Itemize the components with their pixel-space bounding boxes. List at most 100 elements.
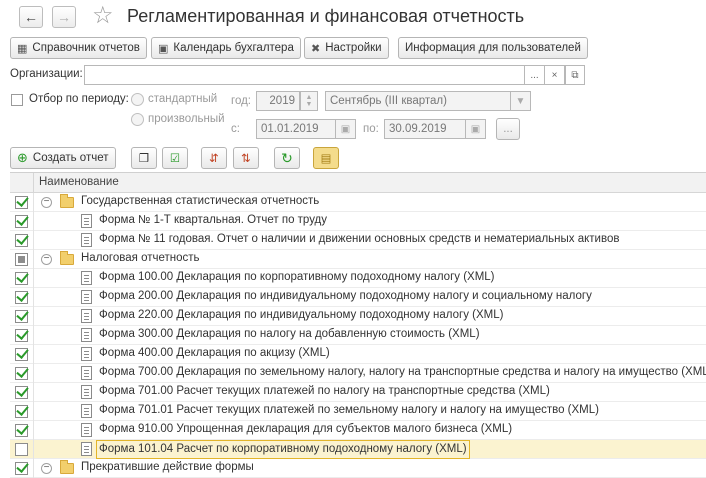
- check-cell: [10, 269, 34, 288]
- report-row[interactable]: Форма 100.00 Декларация по корпоративном…: [10, 269, 706, 288]
- plus-circle-icon: ⊕: [17, 150, 28, 165]
- org-open-button[interactable]: ⧉: [565, 65, 585, 85]
- reports-table: Наименование − Государственная статистиче…: [10, 172, 706, 478]
- forward-button[interactable]: →: [52, 6, 76, 28]
- copy-icon: ❐: [138, 153, 150, 165]
- row-checkbox[interactable]: [15, 329, 28, 342]
- document-icon: [81, 347, 92, 361]
- row-label: Форма 100.00 Декларация по корпоративном…: [99, 271, 495, 283]
- row-label: Форма 200.00 Декларация по индивидуально…: [99, 290, 592, 302]
- user-info-button[interactable]: Информация для пользователей: [398, 37, 588, 59]
- arrow-right-icon: →: [57, 9, 71, 25]
- year-input[interactable]: 2019: [256, 91, 300, 111]
- row-label: Форма 910.00 Упрощенная декларация для с…: [99, 423, 513, 435]
- reports-directory-button[interactable]: ▦ Справочник отчетов: [10, 37, 147, 59]
- report-row[interactable]: Форма 910.00 Упрощенная декларация для с…: [10, 421, 706, 440]
- table-body: − Государственная статистическая отчетнос…: [10, 193, 706, 478]
- year-label: год:: [231, 95, 251, 107]
- check-cell: [10, 364, 34, 383]
- report-row[interactable]: Форма 700.00 Декларация по земельному на…: [10, 364, 706, 383]
- check-cell: [10, 193, 34, 212]
- chevron-down-icon: ▼: [305, 101, 313, 108]
- row-checkbox[interactable]: [15, 443, 28, 456]
- report-row[interactable]: Форма 220.00 Декларация по индивидуально…: [10, 307, 706, 326]
- period-filter-checkbox[interactable]: [11, 94, 23, 106]
- calendar-icon: ▣: [470, 123, 481, 135]
- period-filter-label: Отбор по периоду:: [29, 93, 129, 105]
- row-checkbox[interactable]: [15, 386, 28, 399]
- back-button[interactable]: ←: [19, 6, 43, 28]
- report-row[interactable]: Форма № 1-Т квартальная. Отчет по труду: [10, 212, 706, 231]
- row-checkbox[interactable]: [15, 405, 28, 418]
- folder-icon: [60, 460, 74, 474]
- from-date-input[interactable]: 01.01.2019: [256, 119, 336, 139]
- check-cell: [10, 402, 34, 421]
- collapse-icon[interactable]: −: [41, 197, 52, 208]
- check-cell: [10, 288, 34, 307]
- org-label: Организации:: [10, 68, 83, 80]
- folder-icon: [60, 251, 74, 265]
- sort-desc-button[interactable]: ⇵: [201, 147, 227, 169]
- document-icon: [81, 271, 92, 285]
- quarter-dropdown-button[interactable]: ▼: [511, 91, 531, 111]
- report-row[interactable]: Форма 701.00 Расчет текущих платежей по …: [10, 383, 706, 402]
- row-checkbox[interactable]: [15, 348, 28, 361]
- collapse-icon[interactable]: −: [41, 463, 52, 474]
- row-checkbox[interactable]: [15, 196, 28, 209]
- row-checkbox[interactable]: [15, 291, 28, 304]
- period-custom-radio[interactable]: [131, 113, 144, 126]
- folder-tree-icon: ▤: [320, 153, 332, 165]
- check-all-button[interactable]: ☑: [162, 147, 188, 169]
- row-checkbox[interactable]: [15, 215, 28, 228]
- document-icon: [81, 233, 92, 247]
- check-cell: [10, 250, 34, 269]
- row-checkbox[interactable]: [15, 253, 28, 266]
- org-select-button[interactable]: ...: [525, 65, 545, 85]
- calendar-icon: ▣: [158, 42, 169, 55]
- to-calendar-button[interactable]: ▣: [466, 119, 486, 139]
- row-label: Форма 400.00 Декларация по акцизу (XML): [99, 347, 330, 359]
- row-checkbox[interactable]: [15, 310, 28, 323]
- create-report-button[interactable]: ⊕ Создать отчет: [10, 147, 116, 169]
- favorite-star-icon[interactable]: ☆: [92, 2, 114, 30]
- group-row[interactable]: − Налоговая отчетность: [10, 250, 706, 269]
- row-checkbox[interactable]: [15, 272, 28, 285]
- year-stepper[interactable]: ▲ ▼: [300, 91, 318, 111]
- row-label: Форма 101.04 Расчет по корпоративному по…: [96, 440, 470, 459]
- collapse-icon[interactable]: −: [41, 254, 52, 265]
- report-row[interactable]: Форма 701.01 Расчет текущих платежей по …: [10, 402, 706, 421]
- document-icon: [81, 404, 92, 418]
- period-more-button[interactable]: ...: [496, 118, 520, 140]
- row-label: Налоговая отчетность: [81, 252, 200, 264]
- from-calendar-button[interactable]: ▣: [336, 119, 356, 139]
- to-date-input[interactable]: 30.09.2019: [384, 119, 466, 139]
- quarter-select[interactable]: Сентябрь (III квартал): [325, 91, 511, 111]
- org-clear-button[interactable]: ×: [545, 65, 565, 85]
- row-label: Форма 220.00 Декларация по индивидуально…: [99, 309, 504, 321]
- tree-view-toggle[interactable]: ▤: [313, 147, 339, 169]
- period-custom-label: произвольный: [148, 113, 225, 125]
- table-icon: ▦: [17, 42, 28, 55]
- period-standard-radio[interactable]: [131, 93, 144, 106]
- accountant-calendar-button[interactable]: ▣ Календарь бухгалтера: [151, 37, 301, 59]
- document-icon: [81, 423, 92, 437]
- row-checkbox[interactable]: [15, 367, 28, 380]
- group-row[interactable]: − Прекратившие действие формы: [10, 459, 706, 478]
- report-row[interactable]: Форма 400.00 Декларация по акцизу (XML): [10, 345, 706, 364]
- group-row[interactable]: − Государственная статистическая отчетнос…: [10, 193, 706, 212]
- refresh-button[interactable]: ↻: [274, 147, 300, 169]
- copy-button[interactable]: ❐: [131, 147, 157, 169]
- settings-button[interactable]: ✖ Настройки: [304, 37, 389, 59]
- row-checkbox[interactable]: [15, 462, 28, 475]
- report-row[interactable]: Форма № 11 годовая. Отчет о наличии и дв…: [10, 231, 706, 250]
- report-row[interactable]: Форма 200.00 Декларация по индивидуально…: [10, 288, 706, 307]
- report-row[interactable]: Форма 101.04 Расчет по корпоративному по…: [10, 440, 706, 459]
- row-checkbox[interactable]: [15, 234, 28, 247]
- table-header: Наименование: [10, 173, 706, 193]
- org-input[interactable]: [84, 65, 525, 85]
- column-header-name[interactable]: Наименование: [39, 176, 119, 188]
- report-row[interactable]: Форма 300.00 Декларация по налогу на доб…: [10, 326, 706, 345]
- sort-asc-button[interactable]: ⇅: [233, 147, 259, 169]
- document-icon: [81, 442, 92, 456]
- row-checkbox[interactable]: [15, 424, 28, 437]
